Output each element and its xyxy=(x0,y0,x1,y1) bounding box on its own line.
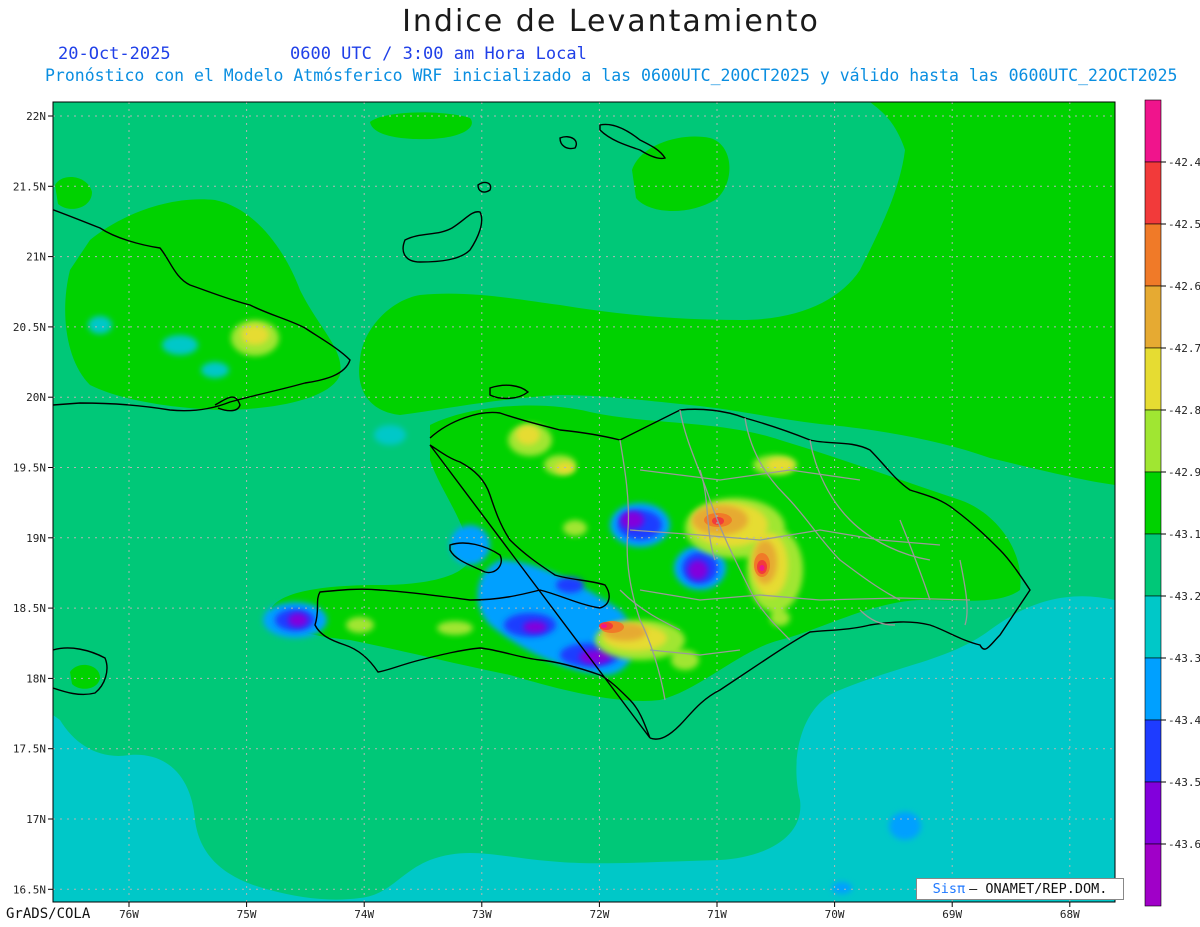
colorbar-label: -42.4 xyxy=(1168,156,1200,169)
lon-label: 73W xyxy=(472,908,492,921)
colorbar-swatch xyxy=(1144,161,1162,225)
longitude-axis: 76W 75W 74W 73W 72W 71W 70W 69W 68W xyxy=(119,902,1080,921)
colorbar-label: -42.8 xyxy=(1168,404,1200,417)
colorbar-swatch xyxy=(1144,843,1162,907)
colorbar-label: -42.9 xyxy=(1168,466,1200,479)
colorbar-swatch xyxy=(1144,533,1162,597)
colorbar-label: -43.1 xyxy=(1168,528,1200,541)
lat-label: 18N xyxy=(26,672,46,685)
lat-label: 17.5N xyxy=(13,743,46,756)
colorbar-swatch xyxy=(1144,99,1162,163)
colorbar-label: -43.2 xyxy=(1168,590,1200,603)
colorbar-label: -43.3 xyxy=(1168,652,1200,665)
colorbar-swatch xyxy=(1144,347,1162,411)
lon-label: 74W xyxy=(354,908,374,921)
lat-label: 19.5N xyxy=(13,462,46,475)
colorbar-label: -42.5 xyxy=(1168,218,1200,231)
lat-label: 21N xyxy=(26,251,46,264)
lat-label: 20.5N xyxy=(13,321,46,334)
colorbar-swatch xyxy=(1144,471,1162,535)
grads-footer: GrADS/COLA xyxy=(6,906,91,922)
lon-label: 75W xyxy=(237,908,257,921)
colorbar-swatch xyxy=(1144,409,1162,473)
colorbar-label: -43.4 xyxy=(1168,714,1200,727)
colorbar-label: -42.7 xyxy=(1168,342,1200,355)
lat-label: 20N xyxy=(26,391,46,404)
colorbar-swatch xyxy=(1144,781,1162,845)
lon-label: 71W xyxy=(707,908,727,921)
credit-text: – ONAMET/REP.DOM. xyxy=(969,881,1108,897)
lifted-index-map: 22N 21.5N 21N 20.5N 20N 19.5N 19N 18.5N 18N 17.5N… xyxy=(13,99,1200,921)
sispi-logo: Sisπ xyxy=(932,881,966,897)
colorbar-swatch xyxy=(1144,223,1162,287)
lon-label: 68W xyxy=(1060,908,1080,921)
colorbar: -42.4 -42.5 -42.6 -42.7 -42.8 -42.9 -43.1 -43.2… xyxy=(1144,99,1200,907)
latitude-axis: 22N 21.5N 21N 20.5N 20N 19.5N 19N 18.5N 18N 17.5N… xyxy=(13,110,53,896)
colorbar-swatch xyxy=(1144,595,1162,659)
lat-label: 21.5N xyxy=(13,180,46,193)
colorbar-swatch xyxy=(1144,719,1162,783)
lat-label: 17N xyxy=(26,813,46,826)
colorbar-label: -43.6 xyxy=(1168,838,1200,851)
lat-label: 18.5N xyxy=(13,602,46,615)
lat-label: 22N xyxy=(26,110,46,123)
colorbar-label: -42.6 xyxy=(1168,280,1200,293)
lon-label: 69W xyxy=(942,908,962,921)
contour-field xyxy=(53,102,1115,902)
lat-label: 19N xyxy=(26,532,46,545)
lat-label: 16.5N xyxy=(13,883,46,896)
colorbar-swatch xyxy=(1144,657,1162,721)
lon-label: 70W xyxy=(825,908,845,921)
lon-label: 76W xyxy=(119,908,139,921)
colorbar-swatch xyxy=(1144,285,1162,349)
colorbar-label: -43.5 xyxy=(1168,776,1200,789)
lon-label: 72W xyxy=(589,908,609,921)
credit-box: Sisπ – ONAMET/REP.DOM. xyxy=(916,878,1124,900)
